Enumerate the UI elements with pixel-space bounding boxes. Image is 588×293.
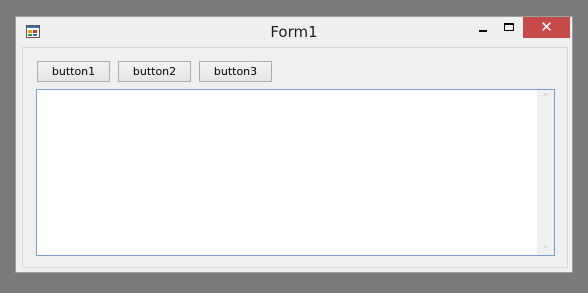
maximize-button[interactable] — [497, 18, 523, 38]
button1[interactable]: button1 — [37, 61, 110, 82]
maximize-icon — [504, 23, 514, 31]
minimize-icon — [479, 30, 487, 32]
minimize-button[interactable] — [471, 18, 497, 38]
form-window: Form1 ✕ button1 button2 button3 ⌃ ⌄ — [15, 16, 573, 273]
scroll-down-icon[interactable]: ⌄ — [537, 238, 554, 255]
close-icon: ✕ — [540, 18, 553, 36]
multiline-textbox[interactable]: ⌃ ⌄ — [36, 89, 555, 256]
title-bar[interactable]: Form1 ✕ — [16, 17, 572, 47]
vertical-scrollbar[interactable]: ⌃ ⌄ — [537, 90, 554, 255]
button2[interactable]: button2 — [118, 61, 191, 82]
close-button[interactable]: ✕ — [523, 17, 570, 38]
form-client-area: button1 button2 button3 ⌃ ⌄ — [22, 47, 568, 268]
scroll-up-icon[interactable]: ⌃ — [537, 90, 554, 107]
button3[interactable]: button3 — [199, 61, 272, 82]
